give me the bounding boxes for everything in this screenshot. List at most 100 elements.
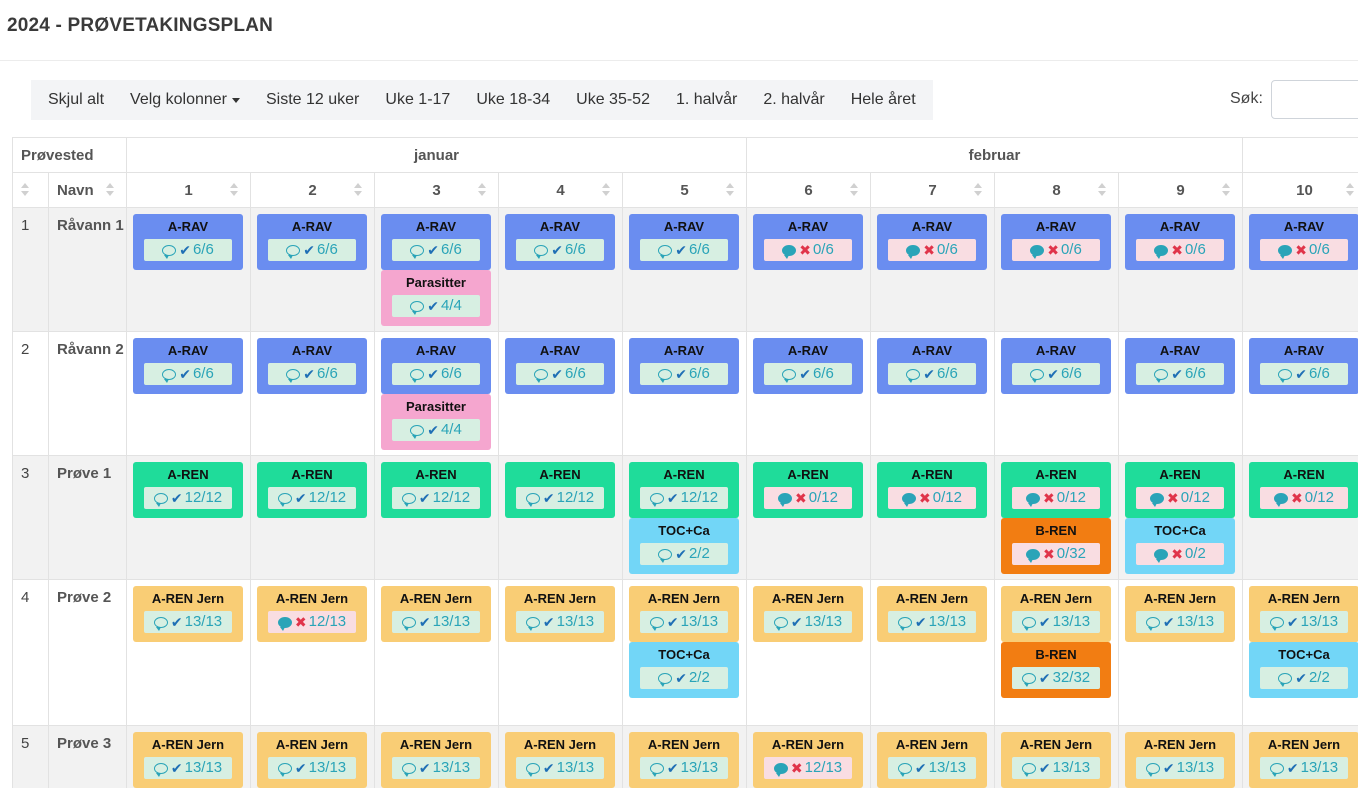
comment-icon[interactable] (525, 762, 540, 777)
comment-icon[interactable] (1145, 616, 1160, 631)
comment-icon[interactable] (773, 762, 788, 777)
sample-card[interactable]: A-REN Jern ✔ 13/13 (1125, 586, 1236, 642)
comment-icon[interactable] (1150, 492, 1165, 507)
sample-card[interactable]: A-REN Jern ✔ 13/13 (753, 586, 864, 642)
sample-card[interactable]: TOC+Ca ✔ 2/2 (629, 518, 740, 574)
comment-icon[interactable] (897, 762, 912, 777)
comment-icon[interactable] (277, 616, 292, 631)
column-header-week-1[interactable]: 1 (126, 172, 252, 208)
sample-card[interactable]: A-RAV ✔ 6/6 (629, 338, 740, 394)
comment-icon[interactable] (773, 616, 788, 631)
sample-card[interactable]: A-REN ✔ 12/12 (629, 462, 740, 518)
comment-icon[interactable] (153, 492, 168, 507)
comment-icon[interactable] (658, 368, 673, 383)
sample-card[interactable]: A-RAV ✔ 6/6 (505, 214, 616, 270)
search-input[interactable] (1271, 80, 1358, 119)
comment-icon[interactable] (1154, 368, 1169, 383)
sample-card[interactable]: A-RAV ✖ 0/6 (753, 214, 864, 270)
sample-card[interactable]: A-RAV ✔ 6/6 (133, 214, 244, 270)
sample-card[interactable]: A-REN Jern ✔ 13/13 (381, 586, 492, 642)
sample-card[interactable]: A-REN ✔ 12/12 (505, 462, 616, 518)
comment-icon[interactable] (906, 244, 921, 259)
comment-icon[interactable] (1154, 244, 1169, 259)
sample-card[interactable]: A-RAV ✖ 0/6 (1125, 214, 1236, 270)
sample-card[interactable]: TOC+Ca ✖ 0/2 (1125, 518, 1236, 574)
comment-icon[interactable] (162, 244, 177, 259)
toolbar-button-1[interactable]: Skjul alt (35, 80, 117, 120)
sample-card[interactable]: A-REN ✖ 0/12 (877, 462, 988, 518)
sample-card[interactable]: A-REN Jern ✔ 13/13 (629, 732, 740, 788)
column-header-week-7[interactable]: 7 (870, 172, 996, 208)
toolbar-button-5[interactable]: Uke 18-34 (463, 80, 563, 120)
comment-icon[interactable] (525, 616, 540, 631)
sample-card[interactable]: TOC+Ca ✔ 2/2 (629, 642, 740, 698)
comment-icon[interactable] (1026, 492, 1041, 507)
sample-card[interactable]: A-REN Jern ✔ 13/13 (877, 732, 988, 788)
sample-card[interactable]: A-REN Jern ✔ 13/13 (133, 732, 244, 788)
comment-icon[interactable] (649, 492, 664, 507)
sample-card[interactable]: A-RAV ✔ 6/6 (1125, 338, 1236, 394)
column-header-week-10[interactable]: 10 (1242, 172, 1358, 208)
toolbar-button-8[interactable]: 2. halvår (750, 80, 837, 120)
comment-icon[interactable] (782, 244, 797, 259)
comment-icon[interactable] (1278, 244, 1293, 259)
comment-icon[interactable] (906, 368, 921, 383)
sample-card[interactable]: A-REN Jern ✔ 13/13 (1001, 586, 1112, 642)
toolbar-button-9[interactable]: Hele året (838, 80, 929, 120)
sample-card[interactable]: A-REN Jern ✔ 13/13 (1249, 732, 1358, 788)
comment-icon[interactable] (410, 424, 425, 439)
comment-icon[interactable] (778, 492, 793, 507)
sample-card[interactable]: A-RAV ✖ 0/6 (1249, 214, 1358, 270)
comment-icon[interactable] (1021, 762, 1036, 777)
sample-card[interactable]: A-REN ✖ 0/12 (753, 462, 864, 518)
column-header-week-9[interactable]: 9 (1118, 172, 1244, 208)
sample-card[interactable]: A-RAV ✔ 6/6 (133, 338, 244, 394)
comment-icon[interactable] (1021, 616, 1036, 631)
toolbar-button-3[interactable]: Siste 12 uker (253, 80, 372, 120)
sample-card[interactable]: A-REN Jern ✔ 13/13 (381, 732, 492, 788)
sample-card[interactable]: A-RAV ✔ 6/6 (257, 214, 368, 270)
sample-card[interactable]: A-RAV ✔ 6/6 (629, 214, 740, 270)
sample-card[interactable]: A-RAV ✔ 6/6 (381, 338, 492, 394)
sample-card[interactable]: Parasitter ✔ 4/4 (381, 394, 492, 450)
sample-card[interactable]: A-REN Jern ✖ 12/13 (257, 586, 368, 642)
comment-icon[interactable] (1274, 492, 1289, 507)
column-header-week-3[interactable]: 3 (374, 172, 500, 208)
comment-icon[interactable] (1145, 762, 1160, 777)
comment-icon[interactable] (902, 492, 917, 507)
sample-card[interactable]: A-REN Jern ✔ 13/13 (505, 732, 616, 788)
toolbar-button-7[interactable]: 1. halvår (663, 80, 750, 120)
comment-icon[interactable] (153, 762, 168, 777)
comment-icon[interactable] (658, 244, 673, 259)
sample-card[interactable]: Parasitter ✔ 4/4 (381, 270, 492, 326)
sample-card[interactable]: A-REN Jern ✔ 13/13 (1125, 732, 1236, 788)
comment-icon[interactable] (1021, 672, 1036, 687)
sample-card[interactable]: B-REN ✔ 32/32 (1001, 642, 1112, 698)
comment-icon[interactable] (286, 244, 301, 259)
sample-card[interactable]: A-REN ✖ 0/12 (1125, 462, 1236, 518)
toolbar-button-6[interactable]: Uke 35-52 (563, 80, 663, 120)
comment-icon[interactable] (1030, 368, 1045, 383)
comment-icon[interactable] (286, 368, 301, 383)
comment-icon[interactable] (401, 762, 416, 777)
sample-card[interactable]: A-RAV ✖ 0/6 (1001, 214, 1112, 270)
sample-card[interactable]: A-RAV ✔ 6/6 (1001, 338, 1112, 394)
column-header-week-4[interactable]: 4 (498, 172, 624, 208)
comment-icon[interactable] (1278, 672, 1293, 687)
sample-card[interactable]: A-REN Jern ✔ 13/13 (1001, 732, 1112, 788)
comment-icon[interactable] (1269, 762, 1284, 777)
sample-card[interactable]: A-REN Jern ✔ 13/13 (257, 732, 368, 788)
column-header-week-6[interactable]: 6 (746, 172, 872, 208)
comment-icon[interactable] (277, 762, 292, 777)
comment-icon[interactable] (1278, 368, 1293, 383)
comment-icon[interactable] (534, 244, 549, 259)
sample-card[interactable]: A-RAV ✔ 6/6 (505, 338, 616, 394)
comment-icon[interactable] (897, 616, 912, 631)
sample-card[interactable]: A-RAV ✔ 6/6 (381, 214, 492, 270)
sample-card[interactable]: A-REN ✔ 12/12 (133, 462, 244, 518)
sample-card[interactable]: TOC+Ca ✔ 2/2 (1249, 642, 1358, 698)
column-header-week-8[interactable]: 8 (994, 172, 1120, 208)
column-header-week-5[interactable]: 5 (622, 172, 748, 208)
comment-icon[interactable] (162, 368, 177, 383)
column-header-num[interactable] (12, 172, 49, 208)
